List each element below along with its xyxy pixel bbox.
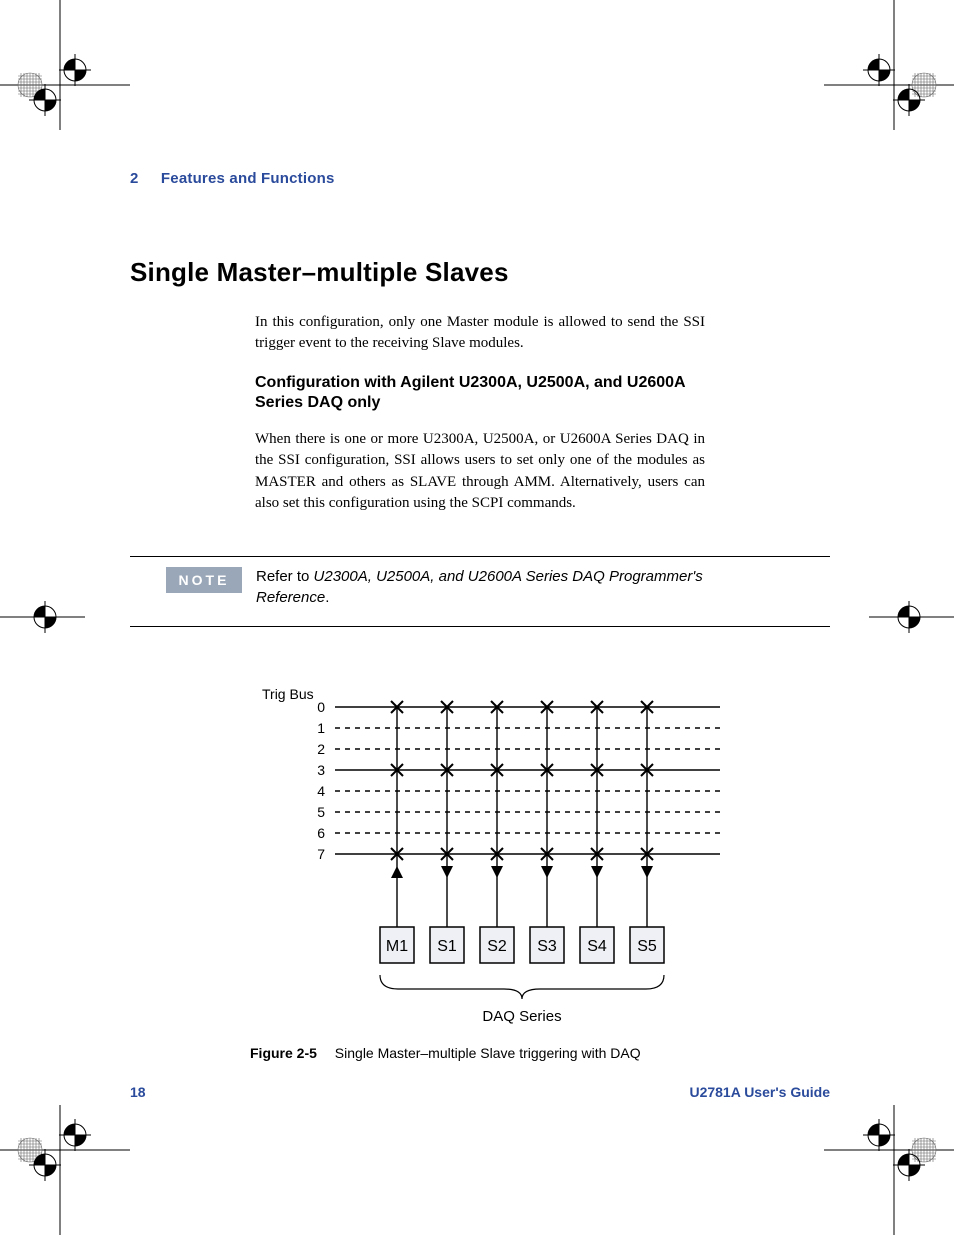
svg-text:S3: S3 [537, 938, 557, 955]
sub-heading: Configuration with Agilent U2300A, U2500… [255, 373, 715, 415]
section-title: Single Master–multiple Slaves [130, 257, 830, 288]
note-badge: NOTE [166, 567, 242, 593]
svg-text:Trig Bus: Trig Bus [262, 686, 314, 702]
guide-name: U2781A User's Guide [689, 1084, 830, 1100]
chapter-title: Features and Functions [161, 170, 335, 187]
page-number: 18 [130, 1084, 146, 1100]
running-head: 2 Features and Functions [130, 170, 830, 187]
note-italic: U2300A, U2500A, and U2600A Series DAQ Pr… [256, 568, 703, 605]
svg-text:0: 0 [317, 699, 325, 715]
svg-text:S4: S4 [587, 938, 607, 955]
svg-text:3: 3 [317, 762, 325, 778]
note-prefix: Refer to [256, 568, 314, 585]
page-footer: 18 U2781A User's Guide [130, 1084, 830, 1100]
svg-text:S2: S2 [487, 938, 507, 955]
chapter-number: 2 [130, 170, 139, 187]
svg-text:1: 1 [317, 720, 325, 736]
content-column: 2 Features and Functions Single Master–m… [130, 170, 830, 1061]
svg-text:4: 4 [317, 783, 325, 799]
figure-caption: Figure 2-5 Single Master–multiple Slave … [250, 1045, 830, 1061]
svg-text:DAQ Series: DAQ Series [482, 1008, 561, 1025]
figure-id: Figure 2-5 [250, 1045, 317, 1061]
svg-text:7: 7 [317, 846, 325, 862]
svg-text:S5: S5 [637, 938, 657, 955]
page: 2 Features and Functions Single Master–m… [0, 0, 954, 1235]
svg-text:6: 6 [317, 825, 325, 841]
svg-text:5: 5 [317, 804, 325, 820]
note-block: NOTE Refer to U2300A, U2500A, and U2600A… [130, 546, 830, 637]
intro-paragraph: In this configuration, only one Master m… [255, 312, 705, 355]
svg-text:M1: M1 [386, 938, 408, 955]
svg-text:2: 2 [317, 741, 325, 757]
note-text: Refer to U2300A, U2500A, and U2600A Seri… [256, 567, 706, 608]
sub-paragraph: When there is one or more U2300A, U2500A… [255, 429, 705, 514]
note-suffix: . [325, 589, 329, 606]
svg-text:S1: S1 [437, 938, 457, 955]
figure-text: Single Master–multiple Slave triggering … [335, 1045, 641, 1061]
diagram: Trig Bus0 1 2 3 4 5 6 7 M1 S1 S2 S3 S4 S5 DAQ Series [250, 677, 750, 1027]
